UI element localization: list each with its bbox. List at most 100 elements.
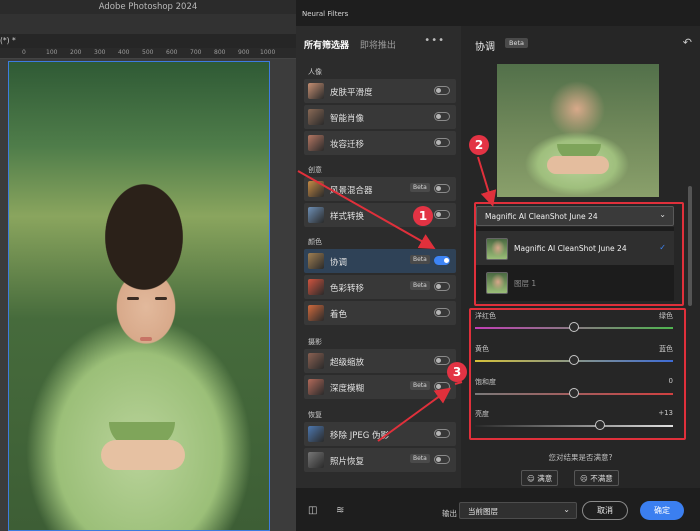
unsatisfied-button[interactable]: ☹ 不满意 [574,470,619,486]
filter-item[interactable]: 色彩转移 Beta [304,275,456,299]
filter-toggle[interactable] [434,282,450,291]
filter-label: 着色 [330,310,348,320]
preview-thumbnail [497,64,659,197]
filter-toggle[interactable] [434,184,450,193]
filter-thumb-icon [308,135,324,151]
photo-detail [140,337,152,341]
filter-toggle[interactable] [434,256,450,265]
filter-label: 样式转换 [330,212,365,222]
filter-label: 照片恢复 [330,457,365,467]
ruler-tick: 400 [118,49,130,56]
filter-label: 妆容迁移 [330,140,365,150]
document-tab[interactable]: (*) * [0,34,296,48]
filter-item[interactable]: 风景混合器 Beta [304,177,456,201]
ok-button[interactable]: 确定 [640,501,684,520]
beta-badge: Beta [410,454,430,463]
output-value: 当前图层 [468,507,498,516]
filter-thumb-icon [308,109,324,125]
filter-label: 色彩转移 [330,284,365,294]
unsatisfied-label: 不满意 [590,474,613,483]
photo-detail [547,156,609,174]
tab-coming-soon[interactable]: 即将推出 [360,38,396,51]
ruler-tick: 100 [46,49,58,56]
photo-detail [127,297,139,300]
neural-filters-title-bar: Neural Filters [296,0,700,26]
more-icon[interactable]: ••• [424,35,445,46]
filter-thumb-icon [308,353,324,369]
filter-label: 深度模糊 [330,384,365,394]
step-badge-2: 2 [469,135,489,155]
filter-item[interactable]: 超级缩放 [304,349,456,373]
ruler-tick: 700 [190,49,202,56]
satisfied-label: 满意 [537,474,553,483]
filter-thumb-icon [308,452,324,468]
step-badge-1: 1 [413,206,433,226]
filter-toggle[interactable] [434,86,450,95]
photo-detail [101,440,185,470]
filter-item[interactable]: 移除 JPEG 伪影 [304,422,456,446]
filter-item[interactable]: 样式转换 [304,203,456,227]
filter-tabs: 所有筛选器 即将推出 [304,38,404,51]
filter-toggle[interactable] [434,356,450,365]
filter-item[interactable]: 妆容迁移 [304,131,456,155]
beta-badge: Beta [410,255,430,264]
detail-title: 协调 [475,42,495,53]
filter-item[interactable]: 深度模糊 Beta [304,375,456,399]
filter-item[interactable]: 照片恢复 Beta [304,448,456,472]
ruler-tick: 600 [166,49,178,56]
tab-all-filters[interactable]: 所有筛选器 [304,38,349,51]
filter-item[interactable]: 智能肖像 [304,105,456,129]
ruler-tick: 900 [238,49,250,56]
filter-thumb-icon [308,426,324,442]
window-title: Neural Filters [302,10,349,18]
ruler-tick: 1000 [260,49,276,56]
category-portrait: 人像 [308,68,322,76]
cancel-button[interactable]: 取消 [582,501,628,520]
ruler-tick: 800 [214,49,226,56]
feedback-question: 您对结果是否满意? [548,453,613,462]
compare-icon[interactable]: ◫ [308,505,317,516]
filter-thumb-icon [308,379,324,395]
filter-label: 移除 JPEG 伪影 [330,431,389,441]
filter-toggle[interactable] [434,308,450,317]
filter-label: 皮肤平滑度 [330,88,373,98]
filter-list-panel: 所有筛选器 即将推出 ••• 人像 皮肤平滑度 智能肖像 妆容迁移 创意 风景混… [296,26,461,488]
category-photography: 摄影 [308,338,322,346]
filter-thumb-icon [308,253,324,269]
chevron-down-icon: ⌄ [563,505,570,514]
step-badge-3: 3 [447,362,467,382]
filter-thumb-icon [308,279,324,295]
output-label: 输出 [442,509,457,518]
category-creative: 创意 [308,166,322,174]
filter-label: 智能肖像 [330,114,365,124]
scrollbar[interactable] [688,186,692,306]
annotation-box-sliders [469,308,686,440]
filter-toggle[interactable] [434,210,450,219]
filter-item[interactable]: 着色 [304,301,456,325]
filter-toggle[interactable] [434,138,450,147]
filter-toggle[interactable] [434,382,450,391]
filter-thumb-icon [308,181,324,197]
horizontal-ruler: 0 100 200 300 400 500 600 700 800 900 10… [0,48,296,59]
reset-icon[interactable]: ↶ [683,36,692,49]
filter-item[interactable]: 皮肤平滑度 [304,79,456,103]
filter-toggle[interactable] [434,429,450,438]
beta-badge: Beta [505,38,528,48]
satisfied-button[interactable]: ☺ 满意 [521,470,559,486]
document-tab-label: (*) * [0,36,16,45]
category-color: 颜色 [308,238,322,246]
ruler-tick: 200 [70,49,82,56]
filter-toggle[interactable] [434,112,450,121]
filter-item-selected[interactable]: 协调 Beta [304,249,456,273]
bottom-action-bar: ◫ ≋ 输出 当前图层 ⌄ 取消 确定 [296,488,700,531]
filter-toggle[interactable] [434,455,450,464]
options-toolbar [0,14,296,34]
ruler-tick: 300 [94,49,106,56]
output-select[interactable]: 当前图层 ⌄ [459,502,577,519]
layers-icon[interactable]: ≋ [336,505,344,516]
filter-label: 协调 [330,258,348,268]
photo-detail [155,297,167,300]
document-photo[interactable] [8,61,270,531]
app-title: Adobe Photoshop 2024 [98,2,198,12]
filter-label: 超级缩放 [330,358,365,368]
